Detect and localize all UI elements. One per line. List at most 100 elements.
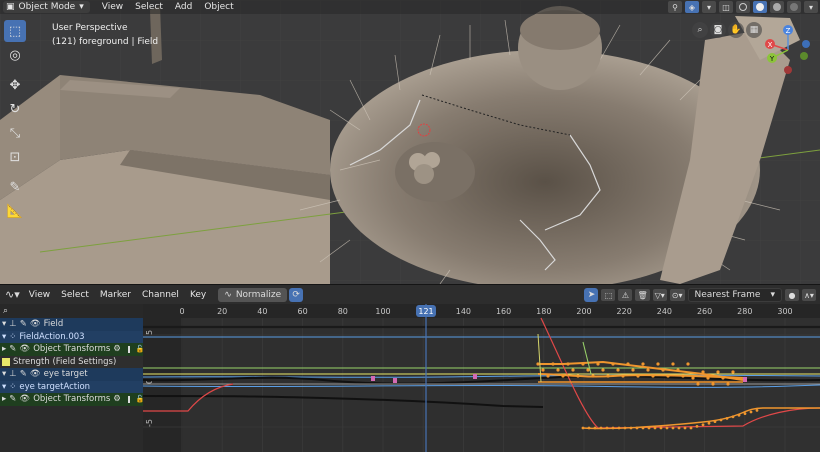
keyframe-point[interactable] xyxy=(686,362,690,366)
keyframe-marker[interactable] xyxy=(371,376,375,381)
channel-object-field[interactable]: ▾ ⊥ ✎ 👁 Field xyxy=(0,318,143,331)
lock-icon[interactable]: 🔓 xyxy=(136,345,143,353)
shading-solid-button[interactable] xyxy=(753,1,767,13)
keyframe-point[interactable] xyxy=(556,368,560,372)
keyframe-point[interactable] xyxy=(665,426,669,430)
grid-button[interactable]: ▦ xyxy=(746,22,762,38)
keyframe-point[interactable] xyxy=(571,368,575,372)
menu-object[interactable]: Object xyxy=(204,2,233,12)
rotate-tool[interactable]: ↻ xyxy=(4,98,26,120)
keyframe-point[interactable] xyxy=(691,376,695,380)
pivot-dropdown[interactable]: ⊙▾ xyxy=(669,289,685,301)
transform-tool[interactable]: ⊡ xyxy=(4,146,26,168)
keyframe-point[interactable] xyxy=(683,426,687,430)
menu-view[interactable]: View xyxy=(102,2,123,12)
auto-normalize-button[interactable]: ⟳ xyxy=(289,287,304,302)
keyframe-point[interactable] xyxy=(596,362,600,366)
keyframe-point[interactable] xyxy=(677,426,681,430)
keyframe-point[interactable] xyxy=(641,362,645,366)
editor-type-dropdown[interactable]: ∿▾ xyxy=(5,288,20,301)
keyframe-point[interactable] xyxy=(707,421,711,425)
ge-menu-channel[interactable]: Channel xyxy=(142,290,179,300)
channel-search[interactable]: ⌕ xyxy=(0,304,143,318)
shading-rendered-button[interactable] xyxy=(787,1,801,13)
keyframe-point[interactable] xyxy=(646,368,650,372)
keyframe-point[interactable] xyxy=(671,362,675,366)
keyframe-point[interactable] xyxy=(701,370,705,374)
overlay-toggle-button[interactable]: ◈ xyxy=(685,1,699,13)
ge-menu-view[interactable]: View xyxy=(29,290,50,300)
keyframe-point[interactable] xyxy=(606,374,610,378)
keyframe-point[interactable] xyxy=(576,374,580,378)
keyframe-point[interactable] xyxy=(641,426,645,430)
annotate-tool[interactable]: ✎ xyxy=(4,176,26,198)
gizmo-neg-z[interactable] xyxy=(784,66,792,74)
keyframe-point[interactable] xyxy=(737,413,741,417)
keyframe-point[interactable] xyxy=(617,426,621,430)
snap-mode-dropdown[interactable]: Nearest Frame ▾ xyxy=(687,288,782,302)
ge-menu-marker[interactable]: Marker xyxy=(100,290,131,300)
graph-area[interactable]: 0204060801001201401601802002202402602803… xyxy=(143,304,820,452)
menu-select[interactable]: Select xyxy=(135,2,163,12)
keyframe-point[interactable] xyxy=(599,426,603,430)
keyframe-point[interactable] xyxy=(725,417,729,420)
keyframe-point[interactable] xyxy=(616,368,620,372)
gizmo-neg-x[interactable] xyxy=(802,40,810,48)
channel-group-object-transforms[interactable]: ▸ ✎ 👁 Object Transforms ⚙ 🔓 xyxy=(0,343,143,356)
keyframe-point[interactable] xyxy=(661,368,665,372)
only-errors-button[interactable]: ⚠ xyxy=(618,289,633,301)
keyframe-point[interactable] xyxy=(587,426,591,430)
keyframe-point[interactable] xyxy=(581,362,585,366)
measure-tool[interactable]: 📐 xyxy=(4,200,26,222)
keyframe-point[interactable] xyxy=(601,368,605,372)
overlay-dropdown[interactable]: ▾ xyxy=(702,1,716,13)
keyframe-point[interactable] xyxy=(536,362,540,366)
keyframe-point[interactable] xyxy=(701,423,705,427)
keyframe-marker[interactable] xyxy=(393,378,397,383)
pan-button[interactable]: ✋ xyxy=(728,22,744,38)
xray-button[interactable]: ◫ xyxy=(719,1,733,13)
gizmo-neg-y[interactable] xyxy=(800,52,808,60)
navigation-gizmo[interactable]: Z X Y xyxy=(758,20,818,80)
keyframe-point[interactable] xyxy=(755,409,759,412)
keyframe-point[interactable] xyxy=(647,426,651,430)
lock-icon[interactable]: 🔓 xyxy=(136,395,143,403)
move-tool[interactable]: ✥ xyxy=(4,74,26,96)
channel-action-eye-target[interactable]: ▾ ⁘ eye targetAction xyxy=(0,380,143,393)
keyframe-point[interactable] xyxy=(561,374,565,378)
only-selected-button[interactable]: ➤ xyxy=(584,288,599,302)
keyframe-point[interactable] xyxy=(696,382,700,386)
mute-checkbox[interactable] xyxy=(127,395,130,403)
keyframe-point[interactable] xyxy=(721,376,725,380)
keyframe-point[interactable] xyxy=(653,426,657,430)
keyframe-point[interactable] xyxy=(593,426,597,430)
proportional-edit-button[interactable]: ● xyxy=(785,289,799,301)
keyframe-point[interactable] xyxy=(631,368,635,372)
zoom-button[interactable]: ⌕ xyxy=(692,22,708,38)
ge-menu-key[interactable]: Key xyxy=(190,290,206,300)
scale-tool[interactable]: ⤡ xyxy=(4,122,26,144)
ge-menu-select[interactable]: Select xyxy=(61,290,89,300)
keyframe-point[interactable] xyxy=(695,425,699,428)
object-mode-dropdown[interactable]: ▣ Object Mode ▾ xyxy=(3,1,90,13)
keyframe-point[interactable] xyxy=(635,426,639,430)
shading-material-button[interactable] xyxy=(770,1,784,13)
keyframe-point[interactable] xyxy=(676,368,680,372)
keyframe-point[interactable] xyxy=(671,426,675,430)
falloff-dropdown[interactable]: ∧▾ xyxy=(802,289,816,301)
show-hidden-button[interactable]: ⬚ xyxy=(601,289,616,301)
keyframe-point[interactable] xyxy=(551,362,555,366)
cursor-tool[interactable]: ◎ xyxy=(4,44,26,66)
keyframe-point[interactable] xyxy=(706,376,710,380)
keyframe-marker[interactable] xyxy=(473,374,477,379)
keyframe-point[interactable] xyxy=(749,410,753,414)
keyframe-point[interactable] xyxy=(581,426,585,430)
keyframe-point[interactable] xyxy=(611,426,615,430)
keyframe-point[interactable] xyxy=(586,368,590,372)
filter-dropdown[interactable]: ▽▾ xyxy=(652,289,667,301)
keyframe-point[interactable] xyxy=(541,368,545,372)
normalize-toggle[interactable]: ∿ Normalize xyxy=(218,287,288,302)
show-gizmo-button[interactable]: ⚲ xyxy=(668,1,682,13)
graph-canvas[interactable]: 0204060801001201401601802002202402602803… xyxy=(143,304,820,452)
keyframe-point[interactable] xyxy=(591,374,595,378)
